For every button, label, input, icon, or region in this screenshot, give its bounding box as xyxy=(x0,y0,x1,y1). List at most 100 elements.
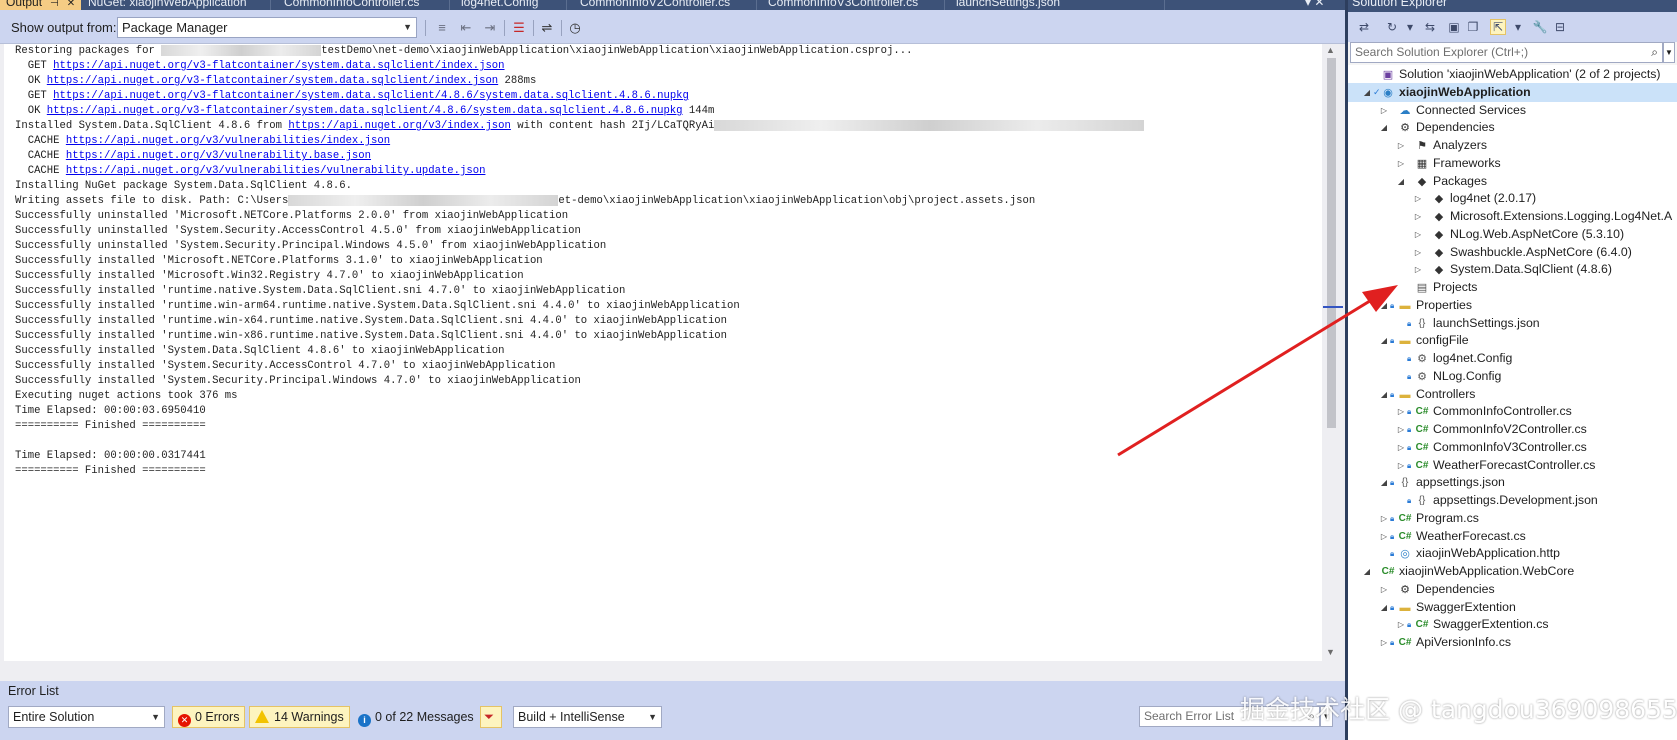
tree-item[interactable]: ▷ ⚑ Analyzers xyxy=(1348,136,1677,155)
tab-commoninfo-controller[interactable]: CommonInfoController.cs xyxy=(278,0,425,10)
sync-icon[interactable]: ⇆ xyxy=(1422,19,1438,35)
expand-arrow-icon[interactable]: ▷ xyxy=(1396,154,1406,173)
output-link[interactable]: https://api.nuget.org/v3-flatcontainer/s… xyxy=(53,60,504,72)
tree-item[interactable]: ▷ 🔒︎ C# CommonInfoV2Controller.cs xyxy=(1348,420,1677,439)
chevron-down-icon[interactable]: ▾ xyxy=(1510,19,1526,35)
expand-arrow-icon[interactable]: ▷ xyxy=(1396,438,1406,457)
timestamp-icon[interactable]: ◷ xyxy=(566,19,584,37)
tree-item[interactable]: 🔒︎ ⚙ NLog.Config xyxy=(1348,367,1677,386)
tab-nuget[interactable]: NuGet: xiaojinWebApplication xyxy=(82,0,253,10)
tree-item[interactable]: ◢ 🔒︎ ▬ SwaggerExtention xyxy=(1348,598,1677,617)
tree-item[interactable]: ▷ ◆ log4net (2.0.17) xyxy=(1348,189,1677,208)
expand-arrow-icon[interactable]: ▷ xyxy=(1413,225,1423,244)
clear-all-icon[interactable]: ☰ xyxy=(510,19,528,37)
tree-item[interactable]: ◢ 🔒︎ ▬ Controllers xyxy=(1348,385,1677,404)
tree-item[interactable]: ◢ C# xiaojinWebApplication.WebCore xyxy=(1348,562,1677,581)
collapse-arrow-icon[interactable]: ◢ xyxy=(1379,296,1389,315)
tree-item[interactable]: ▷ 🔒︎ C# CommonInfoV3Controller.cs xyxy=(1348,438,1677,457)
collapse-arrow-icon[interactable]: ◢ xyxy=(1362,562,1372,581)
tree-item[interactable]: ▷ 🔒︎ C# WeatherForecastController.cs xyxy=(1348,456,1677,475)
pending-changes-icon[interactable]: ↻ xyxy=(1384,19,1400,35)
expand-arrow-icon[interactable]: ▷ xyxy=(1379,101,1389,120)
output-link[interactable]: https://api.nuget.org/v3/index.json xyxy=(288,120,511,132)
tree-item[interactable]: ▷ ◆ Microsoft.Extensions.Logging.Log4Net.A xyxy=(1348,207,1677,226)
tree-item[interactable]: 🔒︎ {} appsettings.Development.json xyxy=(1348,491,1677,510)
tree-item[interactable]: ▷ 🔒︎ C# ApiVersionInfo.cs xyxy=(1348,633,1677,652)
filter-icon[interactable]: ⏷ xyxy=(480,706,502,728)
output-link[interactable]: https://api.nuget.org/v3/vulnerabilities… xyxy=(66,165,486,177)
track-active-item-icon[interactable]: ⇱ xyxy=(1490,19,1506,35)
next-message-icon[interactable]: ⇥ xyxy=(481,19,499,37)
tree-item[interactable]: ◢ ◆ Packages xyxy=(1348,172,1677,191)
tree-item[interactable]: ▤ Projects xyxy=(1348,278,1677,297)
scrollbar-thumb[interactable] xyxy=(1327,58,1336,428)
tree-item[interactable]: ◢ 🔒︎ ▬ Properties xyxy=(1348,296,1677,315)
find-message-icon[interactable]: ≡ xyxy=(433,19,451,37)
chevron-down-icon[interactable]: ▼ xyxy=(1663,42,1675,63)
tree-item[interactable]: 🔒︎ {} launchSettings.json xyxy=(1348,314,1677,333)
expand-arrow-icon[interactable]: ▷ xyxy=(1379,527,1389,546)
expand-arrow-icon[interactable]: ▷ xyxy=(1379,509,1389,528)
tree-item[interactable]: ▣ Solution 'xiaojinWebApplication' (2 of … xyxy=(1348,65,1677,84)
collapse-all-icon[interactable]: ▣ xyxy=(1446,19,1462,35)
tree-item[interactable]: ◢ ✓ ◉ xiaojinWebApplication xyxy=(1348,82,1677,102)
tab-output[interactable]: Output ⊣ ✕ xyxy=(0,0,82,10)
expand-arrow-icon[interactable]: ▷ xyxy=(1379,580,1389,599)
scroll-up-icon[interactable]: ▲ xyxy=(1326,45,1335,55)
close-icon[interactable]: ✕ xyxy=(67,0,75,9)
expand-arrow-icon[interactable]: ▷ xyxy=(1396,456,1406,475)
tab-commoninfov3-controller[interactable]: CommonInfoV3Controller.cs xyxy=(762,0,924,10)
tree-item[interactable]: ◢ 🔒︎ {} appsettings.json xyxy=(1348,473,1677,492)
expand-arrow-icon[interactable]: ▷ xyxy=(1413,207,1423,226)
tree-item[interactable]: ▷ 🔒︎ C# WeatherForecast.cs xyxy=(1348,527,1677,546)
collapse-arrow-icon[interactable]: ◢ xyxy=(1379,385,1389,404)
warnings-filter-button[interactable]: 14 Warnings xyxy=(249,706,350,728)
output-text-area[interactable]: Restoring packages for testDemo\net-demo… xyxy=(4,44,1322,661)
messages-filter-button[interactable]: i 0 of 22 Messages xyxy=(352,706,480,728)
build-filter-select[interactable]: Build + IntelliSense ▼ xyxy=(513,706,662,728)
output-source-select[interactable]: Package Manager ▼ xyxy=(117,17,417,38)
collapse-arrow-icon[interactable]: ◢ xyxy=(1379,331,1389,350)
expand-arrow-icon[interactable]: ▷ xyxy=(1396,402,1406,421)
previous-message-icon[interactable]: ⇤ xyxy=(457,19,475,37)
expand-arrow-icon[interactable]: ▷ xyxy=(1396,136,1406,155)
collapse-arrow-icon[interactable]: ◢ xyxy=(1379,473,1389,492)
output-link[interactable]: https://api.nuget.org/v3-flatcontainer/s… xyxy=(53,90,689,102)
tree-item[interactable]: 🔒︎ ◎ xiaojinWebApplication.http xyxy=(1348,544,1677,563)
output-vertical-scrollbar[interactable]: ▲ ▼ xyxy=(1322,44,1342,661)
tree-item[interactable]: ▷ ◆ System.Data.SqlClient (4.8.6) xyxy=(1348,260,1677,279)
collapse-arrow-icon[interactable]: ◢ xyxy=(1379,598,1389,617)
tree-item[interactable]: ▷ ☁ Connected Services xyxy=(1348,101,1677,120)
tree-item[interactable]: ◢ ⚙ Dependencies xyxy=(1348,118,1677,137)
show-all-files-icon[interactable]: ❐ xyxy=(1465,19,1481,35)
tree-item[interactable]: ▷ ⚙ Dependencies xyxy=(1348,580,1677,599)
output-link[interactable]: https://api.nuget.org/v3-flatcontainer/s… xyxy=(47,105,683,117)
tab-launchsettings[interactable]: launchSettings.json xyxy=(950,0,1066,10)
expand-arrow-icon[interactable]: ▷ xyxy=(1396,615,1406,634)
tree-item[interactable]: ▷ 🔒︎ C# SwaggerExtention.cs xyxy=(1348,615,1677,634)
expand-arrow-icon[interactable]: ▷ xyxy=(1413,260,1423,279)
collapse-arrow-icon[interactable]: ◢ xyxy=(1396,172,1406,191)
collapse-arrow-icon[interactable]: ◢ xyxy=(1379,118,1389,137)
scroll-down-icon[interactable]: ▼ xyxy=(1326,647,1335,657)
expand-arrow-icon[interactable]: ▷ xyxy=(1413,243,1423,262)
errors-filter-button[interactable]: ✕ 0 Errors xyxy=(172,706,246,728)
output-link[interactable]: https://api.nuget.org/v3/vulnerability.b… xyxy=(66,150,371,162)
expand-arrow-icon[interactable]: ▷ xyxy=(1379,633,1389,652)
expand-arrow-icon[interactable]: ▷ xyxy=(1413,189,1423,208)
tree-item[interactable]: 🔒︎ ⚙ log4net.Config xyxy=(1348,349,1677,368)
solution-tree[interactable]: ▣ Solution 'xiaojinWebApplication' (2 of … xyxy=(1348,65,1677,740)
chevron-down-icon[interactable]: ▾ xyxy=(1402,19,1418,35)
tree-item[interactable]: ▷ ◆ Swashbuckle.AspNetCore (6.4.0) xyxy=(1348,243,1677,262)
tree-item[interactable]: ▷ ▦ Frameworks xyxy=(1348,154,1677,173)
tab-commoninfov2-controller[interactable]: CommonInfoV2Controller.cs xyxy=(574,0,736,10)
error-scope-select[interactable]: Entire Solution ▼ xyxy=(8,706,165,728)
properties-wrench-icon[interactable]: 🔧 xyxy=(1532,19,1548,35)
expand-arrow-icon[interactable]: ▷ xyxy=(1396,420,1406,439)
collapse-arrow-icon[interactable]: ◢ xyxy=(1362,83,1372,102)
preview-icon[interactable]: ⊟ xyxy=(1552,19,1568,35)
solution-explorer-search-input[interactable]: Search Solution Explorer (Ctrl+;) ⌕ xyxy=(1350,42,1663,63)
switch-views-icon[interactable]: ⇄ xyxy=(1356,19,1372,35)
pin-icon[interactable]: ⊣ xyxy=(50,0,59,9)
output-link[interactable]: https://api.nuget.org/v3/vulnerabilities… xyxy=(66,135,390,147)
